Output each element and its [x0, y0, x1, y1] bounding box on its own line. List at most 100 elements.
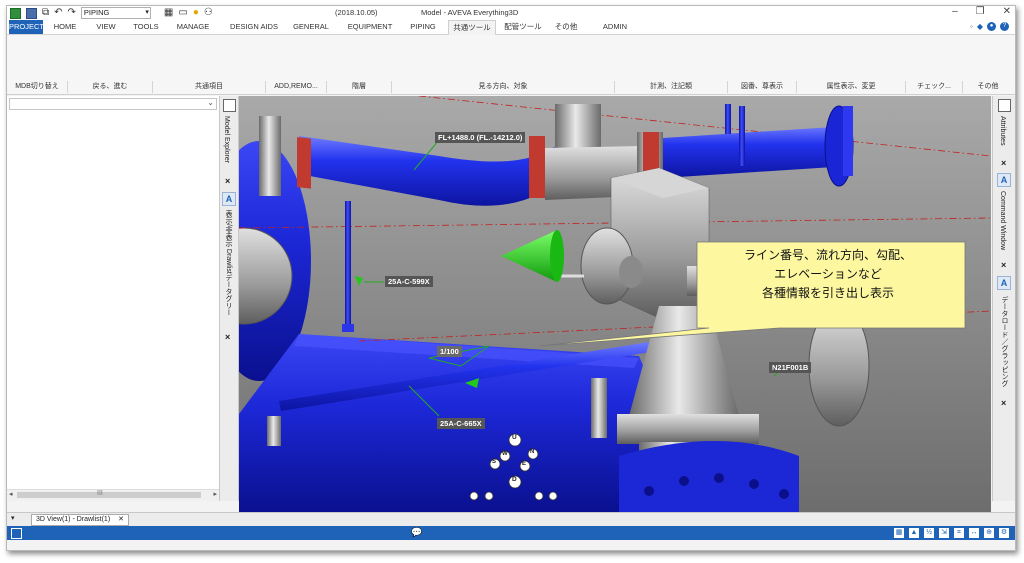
compass-east[interactable]: E [522, 461, 526, 467]
attribute-icon[interactable]: A [222, 192, 236, 206]
3d-scene [239, 96, 991, 512]
attributes-icon[interactable] [998, 99, 1011, 112]
callout-text: ライン番号、流れ方向、勾配、 エレベーションなど 各種情報を引き出し表示 [697, 246, 959, 303]
compass-down[interactable]: D [512, 476, 517, 483]
center-icon[interactable]: ⊕ [984, 528, 994, 538]
attribute-icon[interactable]: A [997, 276, 1011, 290]
scroll-grip: III [97, 490, 103, 497]
tab-tools[interactable]: TOOLS [131, 20, 161, 34]
tab-view[interactable]: VIEW [93, 20, 119, 34]
explorer-combo[interactable]: ⌄ [9, 98, 217, 110]
help-icon[interactable]: ? [1000, 22, 1009, 31]
view-icon[interactable]: ▦ [164, 8, 173, 18]
3d-viewport[interactable]: FL+1488.0 (FL.-14212.0) 25A-C-599X 1/100… [239, 96, 991, 512]
display-icon[interactable]: ▭ [178, 8, 187, 18]
minimize-button[interactable]: – [952, 6, 958, 17]
line-number-label: 25A-C-599X [385, 276, 433, 287]
ribbon-group-view-direction: 見る方向、対象 [392, 81, 615, 93]
config-icon[interactable]: ⚙ [999, 528, 1009, 538]
right-side-tabs: Attributes × A Command Window × A データロード… [992, 96, 1015, 501]
options-icon[interactable]: ◆ [977, 22, 983, 31]
slope-label: 1/100 [437, 346, 462, 357]
help-icons: ◦ ◆ ● ? [970, 22, 1009, 31]
ribbon-group-mdb: MDB切り替え [7, 81, 68, 93]
ribbon: MDB切り替え 戻る、進む 共通項目 ADD,REMO... 階層 見る方向、対… [7, 35, 1015, 95]
tab-drawlist[interactable]: 表示/非表示 Drawlistデータグリー [223, 210, 233, 316]
tab-others[interactable]: その他 [553, 20, 579, 34]
bottom-flange [619, 441, 799, 512]
redo-icon[interactable]: ↷ [68, 8, 76, 18]
close-icon[interactable]: × [225, 176, 230, 186]
tab-model-explorer[interactable]: Model Explorer [223, 116, 230, 163]
window-controls: – ❐ ✕ [952, 6, 1011, 17]
tab-data-load[interactable]: データロード／グラッピング [999, 296, 1009, 387]
flag-icon[interactable] [11, 528, 22, 539]
view-tab-3d[interactable]: 3D View(1) - Drawlist(1) ✕ [31, 514, 129, 526]
close-icon[interactable]: ✕ [118, 516, 124, 523]
users-icon[interactable]: ⚇ [204, 8, 213, 18]
tab-project[interactable]: PROJECT [9, 20, 44, 34]
close-button[interactable]: ✕ [1003, 6, 1011, 17]
tab-home[interactable]: HOME [51, 20, 79, 34]
compass-west[interactable]: W [502, 451, 508, 457]
status-icons: ▦ ▲ ½ ⇲ ⌗ ↔ ⊕ ⚙ [894, 528, 1009, 538]
title-date: (2018.10.05) [335, 8, 378, 17]
ribbon-group-check: チェック... [906, 81, 963, 93]
ribbon-tabs: PROJECT HOME VIEW TOOLS MANAGE DESIGN AI… [7, 20, 1015, 35]
view-tab-label: 3D View(1) - Drawlist(1) [36, 516, 111, 523]
flange-left [297, 137, 311, 189]
chevron-down-icon[interactable]: ⌄ [207, 98, 214, 107]
tab-manage[interactable]: MANAGE [173, 20, 213, 34]
tab-command-window[interactable]: Command Window [999, 191, 1006, 250]
search-icon[interactable]: ● [987, 22, 996, 31]
ribbon-group-add-remove: ADD,REMO... [266, 81, 327, 93]
scroll-right-icon[interactable]: ▸ [213, 490, 217, 498]
close-icon[interactable]: × [1001, 158, 1006, 168]
tab-menu-icon[interactable]: ▾ [11, 514, 15, 522]
restore-button[interactable]: ❐ [976, 6, 985, 17]
scroll-left-icon[interactable]: ◂ [9, 490, 13, 498]
lightbulb-icon[interactable]: ● [193, 8, 199, 18]
callout-line: エレベーションなど [774, 267, 882, 281]
ribbon-group-measure: 計測、注記類 [615, 81, 728, 93]
tab-general[interactable]: GENERAL [291, 20, 331, 34]
tab-equipment[interactable]: EQUIPMENT [345, 20, 395, 34]
message-icon[interactable]: 💬 [411, 527, 422, 538]
tab-piping-tools[interactable]: 配管ツール [501, 20, 545, 34]
save-icon[interactable] [26, 7, 37, 19]
grid-icon[interactable]: ⌗ [954, 528, 964, 538]
close-icon[interactable]: × [1001, 398, 1006, 408]
mode-select[interactable]: PIPING [80, 7, 151, 19]
compass-up[interactable]: U [512, 434, 517, 441]
pin-icon[interactable]: ▲ [909, 528, 919, 538]
measure-icon[interactable]: ½ [924, 528, 934, 538]
application-window: ⧉ ↶ ↷ PIPING ▦ ▭ ● ⚇ (2018.10.05) Model … [6, 5, 1016, 551]
horizontal-scrollbar[interactable]: ◂ III ▸ [7, 489, 219, 501]
line-number-label: 25A-C-665X [437, 418, 485, 429]
tab-attributes[interactable]: Attributes [999, 116, 1006, 146]
undo-icon[interactable]: ↶ [54, 8, 62, 18]
view-tab-strip: ▾ 3D View(1) - Drawlist(1) ✕ [7, 512, 1015, 526]
close-icon[interactable]: × [1001, 260, 1006, 270]
close-icon[interactable]: × [225, 332, 230, 342]
snap-icon[interactable]: ⇲ [939, 528, 949, 538]
explorer-icon[interactable] [223, 99, 236, 112]
scroll-thumb[interactable] [17, 492, 201, 498]
mesh-icon[interactable]: ▦ [894, 528, 904, 538]
compass-south[interactable]: S [492, 459, 496, 465]
copy-icon[interactable]: ⧉ [42, 8, 49, 18]
compass-north[interactable]: N [530, 449, 534, 455]
align-icon[interactable]: ↔ [969, 528, 979, 538]
attribute-icon[interactable]: A [997, 173, 1011, 187]
callout-line: 各種情報を引き出し表示 [761, 286, 894, 300]
collapse-ribbon-icon[interactable]: ◦ [970, 22, 973, 31]
vessel-nozzle [267, 416, 281, 446]
ribbon-group-drawing: 図番、尊表示 [728, 81, 797, 93]
tab-piping[interactable]: PIPING [407, 20, 439, 34]
flange-mid [529, 136, 545, 198]
tab-admin[interactable]: ADMIN [599, 20, 631, 34]
tab-design-aids[interactable]: DESIGN AIDS [229, 20, 279, 34]
tab-common-tools[interactable]: 共通ツール [448, 20, 496, 35]
vertical-drain-pipe [345, 201, 351, 331]
left-column [259, 116, 281, 196]
